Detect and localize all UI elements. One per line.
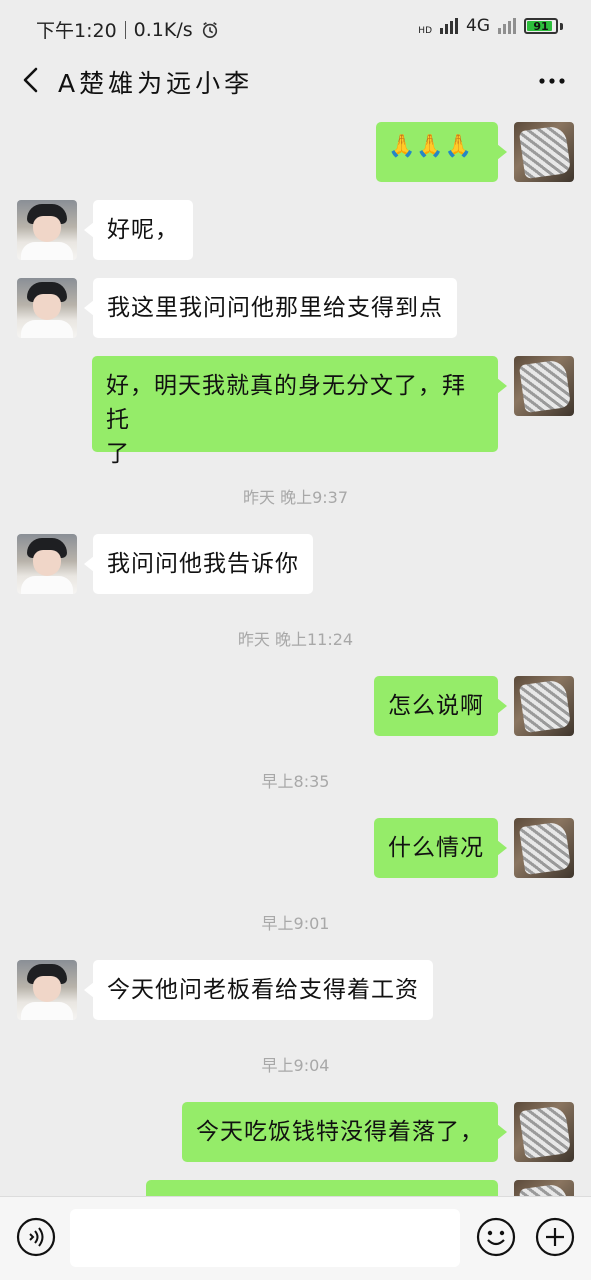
avatar-me[interactable]: [514, 356, 574, 416]
message-bubble[interactable]: 好呢，: [84, 200, 193, 260]
message-bubble-partial[interactable]: [146, 1180, 498, 1196]
hd-label: HD: [418, 26, 432, 36]
message-line: 好，明天我就真的身无分文了，拜托: [106, 373, 466, 433]
avatar-contact[interactable]: [17, 960, 77, 1020]
message-row: 今天他问老板看给支得着工资: [0, 960, 591, 1022]
input-bar: [0, 1196, 591, 1280]
message-bubble[interactable]: 什么情况: [374, 818, 507, 878]
message-row: 我这里我问问他那里给支得到点: [0, 278, 591, 340]
signal-icon: [440, 18, 458, 34]
message-input[interactable]: [70, 1209, 460, 1267]
chat-header: A楚雄为远小李: [0, 54, 591, 108]
status-left: 下午1:20 0.1K/s: [36, 16, 219, 43]
timestamp: 早上9:01: [261, 914, 330, 933]
message-bubble[interactable]: 今天吃饭钱特没得着落了，: [182, 1102, 507, 1162]
avatar-contact[interactable]: [17, 200, 77, 260]
message-row: 什么情况: [0, 818, 591, 880]
message-line: 了: [106, 441, 130, 467]
message-bubble-emoji[interactable]: 🙏🙏🙏: [376, 122, 507, 182]
message-bubble[interactable]: 我这里我问问他那里给支得到点: [84, 278, 457, 338]
avatar-me[interactable]: [514, 1102, 574, 1162]
avatar-me[interactable]: [514, 1180, 574, 1196]
status-time: 下午1:20: [36, 20, 117, 42]
message-row: 今天吃饭钱特没得着落了，: [0, 1102, 591, 1164]
message-row: 怎么说啊: [0, 676, 591, 738]
avatar-me[interactable]: [514, 122, 574, 182]
message-bubble[interactable]: 我问问他我告诉你: [84, 534, 313, 594]
avatar-contact[interactable]: [17, 534, 77, 594]
message-row: [0, 1180, 591, 1196]
timestamp: 早上8:35: [261, 772, 330, 791]
signal-icon-2: [498, 18, 516, 34]
message-bubble[interactable]: 今天他问老板看给支得着工资: [84, 960, 433, 1020]
message-bubble[interactable]: 好，明天我就真的身无分文了，拜托 了: [92, 356, 507, 467]
avatar-me[interactable]: [514, 818, 574, 878]
plus-icon[interactable]: [535, 1217, 575, 1257]
chat-title: A楚雄为远小李: [58, 69, 254, 98]
battery-level: 91: [533, 19, 549, 33]
message-list[interactable]: 🙏🙏🙏 好呢， 我这里我问问他那里给支得到点 好，明天我就真的身无分文了，拜托 …: [0, 108, 591, 1196]
voice-icon[interactable]: [16, 1217, 56, 1257]
avatar-contact[interactable]: [17, 278, 77, 338]
timestamp: 昨天 晚上11:24: [237, 630, 354, 649]
message-row: 🙏🙏🙏: [0, 122, 591, 184]
timestamp: 昨天 晚上9:37: [242, 488, 349, 507]
avatar-me[interactable]: [514, 676, 574, 736]
status-separator: [124, 20, 126, 39]
status-bar: 下午1:20 0.1K/s HD 4G 91: [0, 0, 591, 54]
timestamp: 早上9:04: [261, 1056, 330, 1075]
smiley-icon[interactable]: [476, 1217, 516, 1257]
alarm-icon: [202, 21, 217, 38]
message-row: 好，明天我就真的身无分文了，拜托 了: [0, 356, 591, 467]
chevron-left-icon[interactable]: [18, 66, 46, 94]
status-right: HD 4G 91: [418, 16, 563, 36]
message-row: 我问问他我告诉你: [0, 534, 591, 596]
message-row: 好呢，: [0, 200, 591, 262]
battery-tip: [560, 22, 563, 30]
message-bubble[interactable]: 怎么说啊: [374, 676, 507, 736]
network-type: 4G: [466, 16, 490, 36]
battery-icon: 91: [524, 18, 558, 34]
network-speed: 0.1K/s: [133, 18, 193, 41]
more-dots-icon[interactable]: [537, 68, 567, 94]
